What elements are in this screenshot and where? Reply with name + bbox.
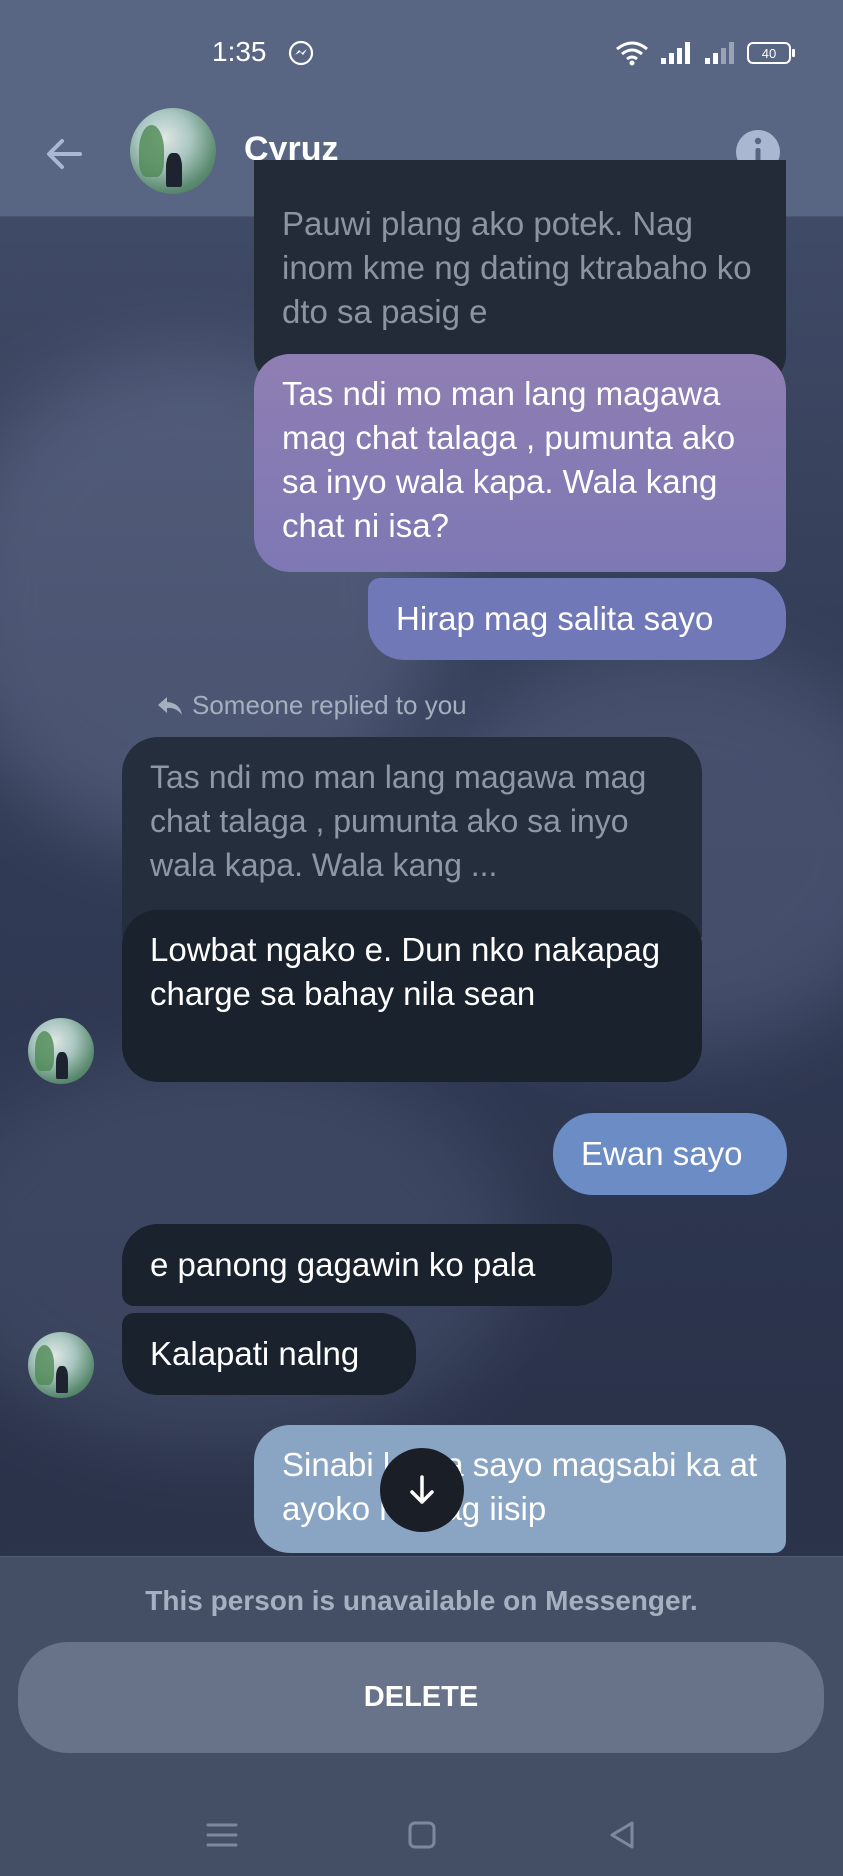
- message-bubble-received-faded[interactable]: Pauwi plang ako potek. Nag inom kme ng d…: [254, 160, 786, 385]
- messenger-icon: [288, 40, 314, 66]
- battery-level: 40: [761, 45, 777, 61]
- quoted-message[interactable]: Tas ndi mo man lang magawa mag chat tala…: [122, 737, 702, 937]
- reply-icon: [158, 696, 182, 715]
- contact-avatar[interactable]: [130, 108, 216, 194]
- back-arrow-icon[interactable]: [40, 130, 88, 178]
- menu-icon[interactable]: [202, 1815, 242, 1855]
- battery-icon: 40: [747, 42, 795, 64]
- message-bubble-sent[interactable]: Ewan sayo: [553, 1113, 787, 1195]
- footer: This person is unavailable on Messenger.…: [0, 1556, 843, 1876]
- back-nav-icon[interactable]: [602, 1815, 642, 1855]
- message-bubble-sent[interactable]: Tas ndi mo man lang magawa mag chat tala…: [254, 354, 786, 572]
- reply-label: Someone replied to you: [192, 690, 467, 720]
- home-icon[interactable]: [402, 1815, 442, 1855]
- wifi-icon: [616, 41, 648, 66]
- arrow-down-icon: [410, 1475, 434, 1504]
- message-bubble-received[interactable]: e panong gagawin ko pala: [122, 1224, 612, 1306]
- signal-icon: [661, 42, 690, 64]
- system-nav-bar: [0, 1807, 843, 1867]
- unavailable-notice: This person is unavailable on Messenger.: [145, 1585, 698, 1616]
- contact-avatar-small[interactable]: [28, 1018, 94, 1084]
- status-time: 1:35: [212, 36, 267, 67]
- message-bubble-received[interactable]: Lowbat ngako e. Dun nko nakapag charge s…: [122, 910, 702, 1082]
- message-bubble-sent[interactable]: Sinabi ko na sayo magsabi ka at ayoko ng…: [254, 1425, 786, 1553]
- status-icons: 40: [615, 40, 795, 66]
- reply-indicator: Someone replied to you: [156, 690, 467, 721]
- message-bubble-received[interactable]: Kalapati nalng: [122, 1313, 416, 1395]
- scroll-to-bottom-button[interactable]: [380, 1448, 464, 1532]
- status-bar: 1:35 40: [0, 0, 843, 100]
- signal-icon-2: [705, 42, 734, 64]
- message-bubble-sent[interactable]: Hirap mag salita sayo: [368, 578, 786, 660]
- contact-avatar-small[interactable]: [28, 1332, 94, 1398]
- delete-button[interactable]: DELETE: [18, 1642, 824, 1753]
